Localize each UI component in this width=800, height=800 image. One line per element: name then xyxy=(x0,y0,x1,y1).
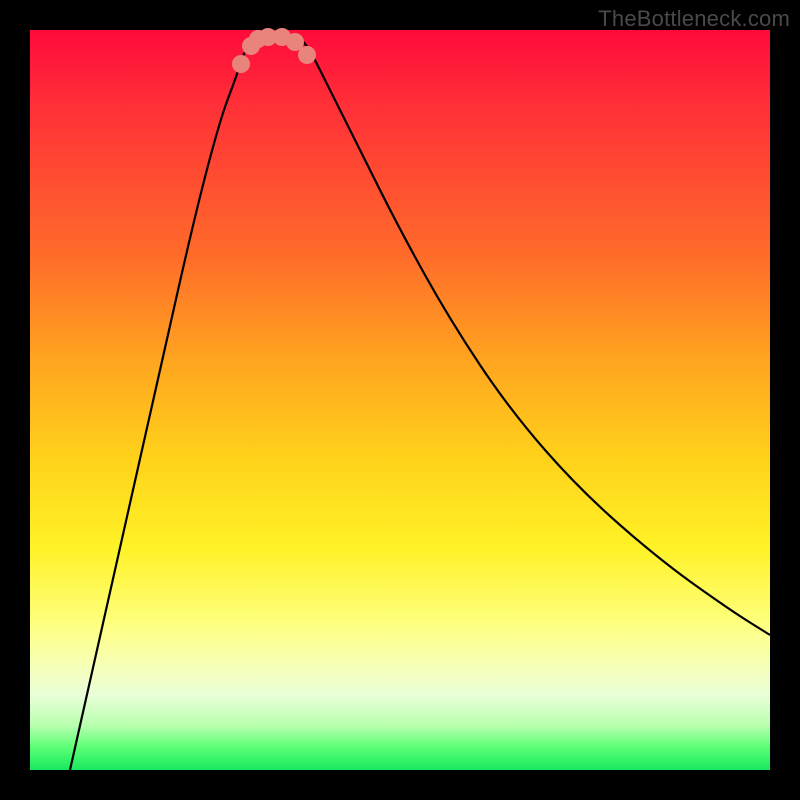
bottleneck-curve-right xyxy=(300,38,770,635)
data-point xyxy=(232,55,250,73)
watermark-text: TheBottleneck.com xyxy=(598,6,790,32)
data-point xyxy=(298,46,316,64)
chart-frame: TheBottleneck.com xyxy=(0,0,800,800)
bottleneck-curve-left xyxy=(70,38,270,770)
data-point-markers xyxy=(232,28,316,73)
curve-layer xyxy=(30,30,770,770)
